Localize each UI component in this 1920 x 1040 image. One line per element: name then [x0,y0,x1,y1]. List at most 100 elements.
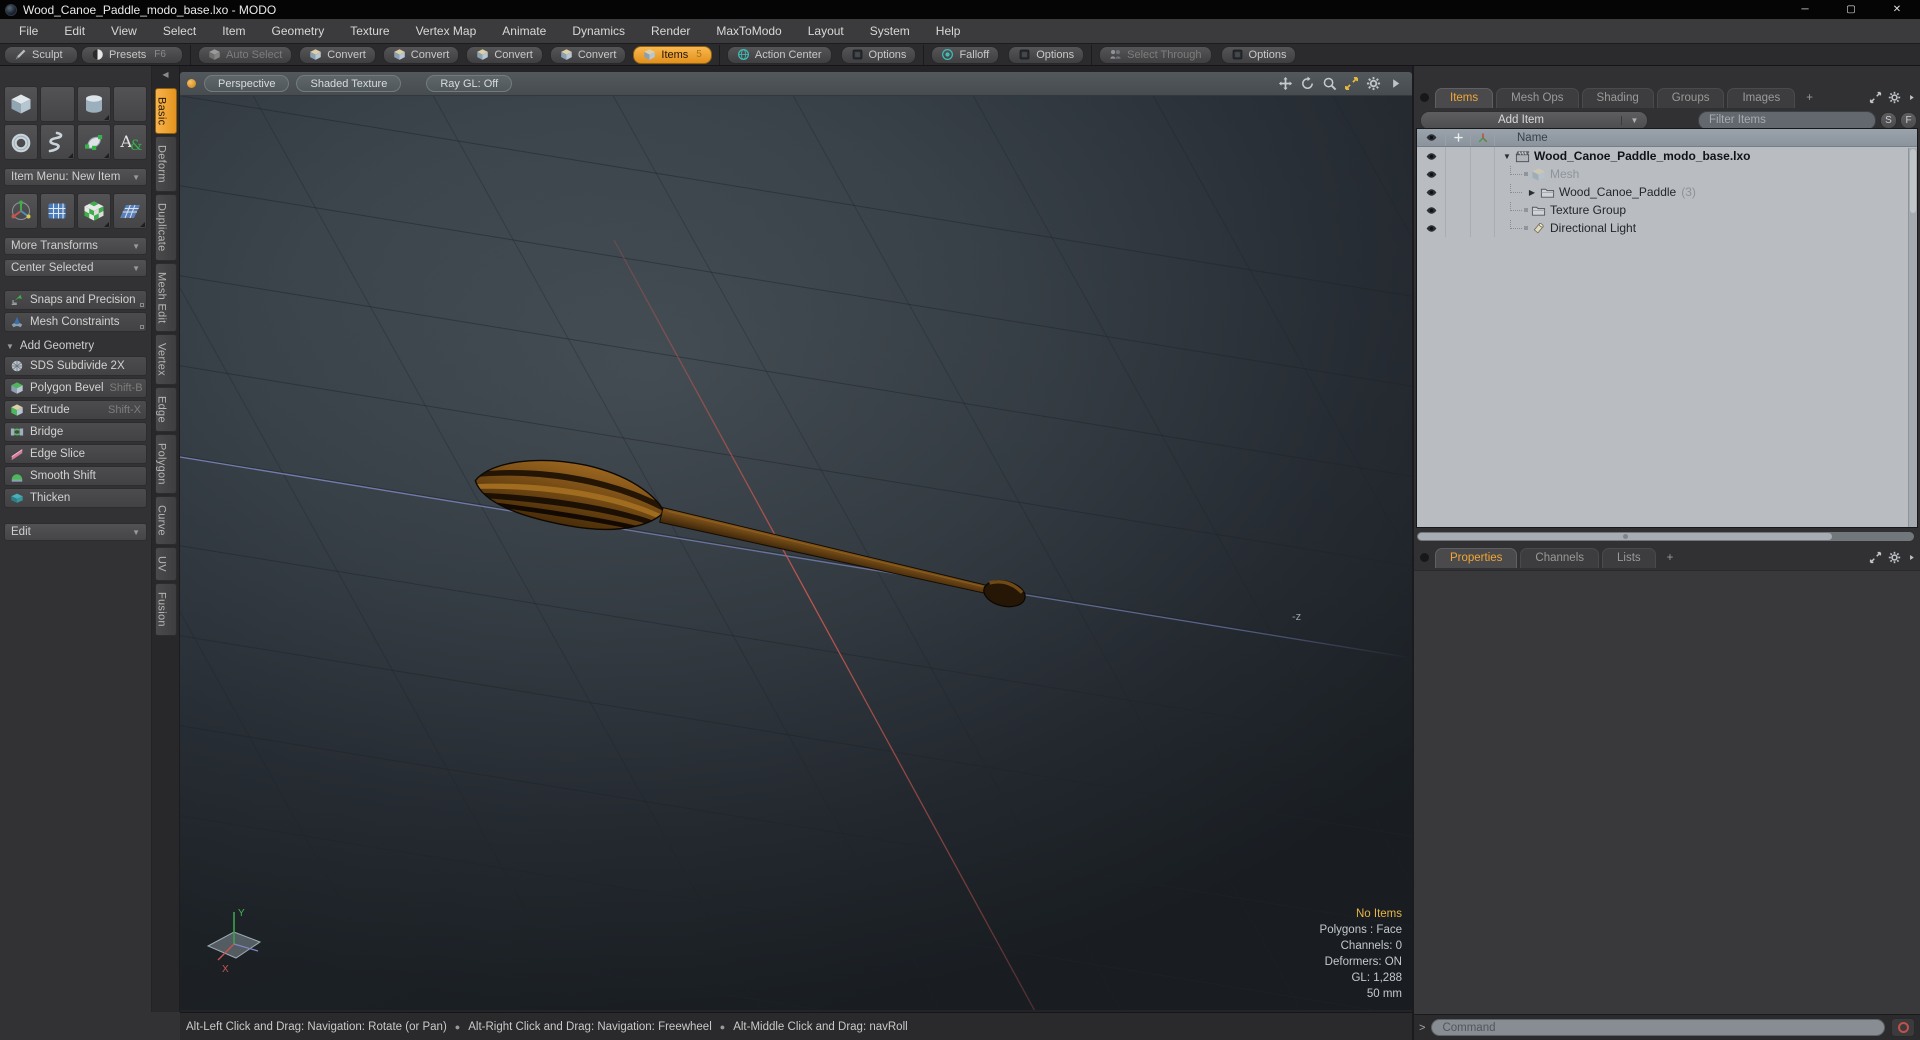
panel-menu-icon[interactable] [1420,93,1429,102]
item-menu-dropdown[interactable]: Item Menu: New Item ▼ [4,168,147,186]
gear-icon[interactable] [1888,91,1901,104]
action-center-button[interactable]: Action Center [726,45,832,64]
tree-horizontal-scrollbar[interactable] [1417,532,1914,541]
eye-icon[interactable] [1425,150,1438,163]
maximize-button[interactable]: ▢ [1828,0,1874,19]
action-center-options-button[interactable]: Options [840,45,917,64]
sub-options-handle[interactable] [140,325,144,329]
eye-icon[interactable] [1425,186,1438,199]
edge-slice-button[interactable]: Edge Slice [4,444,147,464]
convert-materials-button[interactable]: Convert [549,45,627,64]
torus-primitive-button[interactable] [4,124,39,160]
tab-images[interactable]: Images [1727,88,1796,108]
convert-vertices-button[interactable]: Convert [299,45,376,64]
tree-row-wood-canoe-paddle[interactable]: ▶ Wood_Canoe_Paddle (3) [1417,183,1917,201]
select-through-options-button[interactable]: Options [1220,45,1297,64]
tree-row-mesh[interactable]: Mesh [1417,165,1917,183]
menu-help[interactable]: Help [923,19,974,43]
eye-icon[interactable] [1425,168,1438,181]
smooth-shift-button[interactable]: Smooth Shift [4,466,147,486]
expander-open-icon[interactable]: ▼ [1502,152,1512,161]
tree-row-texture-group[interactable]: Texture Group [1417,201,1917,219]
tab-items[interactable]: Items [1435,88,1494,108]
panel-menu-icon[interactable] [1420,553,1429,562]
macro-record-button[interactable] [1891,1018,1915,1037]
convert-polygons-button[interactable]: Convert [466,45,543,64]
falloff-options-button[interactable]: Options [1008,45,1085,64]
sub-options-handle[interactable] [140,303,144,307]
filter-items-input[interactable] [1698,110,1876,130]
tree-vertical-scrollbar[interactable] [1908,148,1917,527]
tab-shading[interactable]: Shading [1581,88,1654,108]
eye-icon[interactable] [1425,204,1438,217]
menu-texture[interactable]: Texture [337,19,402,43]
sort-button[interactable]: S [1880,111,1897,129]
tab-fusion[interactable]: Fusion [154,582,177,636]
lattice-item-button[interactable] [40,193,75,229]
menu-layout[interactable]: Layout [795,19,857,43]
thicken-button[interactable]: Thicken [4,488,147,508]
menu-edit[interactable]: Edit [51,19,98,43]
expand-panel-icon[interactable] [1869,551,1882,564]
camera-view-button[interactable]: Perspective [204,75,290,92]
menu-system[interactable]: System [857,19,923,43]
items-mode-button[interactable]: Items 5 [633,45,712,64]
presets-button[interactable]: Presets F6 [81,45,183,64]
command-input[interactable] [1431,1019,1885,1036]
expand-panel-icon[interactable] [1869,91,1882,104]
transform-column-icon[interactable] [1453,132,1464,143]
menu-item[interactable]: Item [209,19,258,43]
menu-vertex-map[interactable]: Vertex Map [403,19,490,43]
add-geometry-section-header[interactable]: ▼ Add Geometry [6,340,145,352]
minimize-button[interactable]: ─ [1782,0,1828,19]
gear-icon[interactable] [1366,76,1381,91]
tab-groups[interactable]: Groups [1656,88,1725,108]
convert-edges-button[interactable]: Convert [382,45,460,64]
visibility-column-icon[interactable] [1425,131,1438,144]
menu-animate[interactable]: Animate [489,19,559,43]
menu-geometry[interactable]: Geometry [259,19,338,43]
zoom-icon[interactable] [1322,76,1337,91]
panel-collapse-icon[interactable]: ◀ [162,70,168,79]
sculpt-button[interactable]: Sculpt [4,45,78,64]
center-selected-dropdown[interactable]: Center Selected ▼ [4,259,147,277]
pan-icon[interactable] [1278,76,1293,91]
ray-gl-button[interactable]: Ray GL: Off [426,75,513,92]
eye-icon[interactable] [1425,222,1438,235]
text-tool-button[interactable] [112,124,147,160]
close-button[interactable]: ✕ [1874,0,1920,19]
select-through-button[interactable]: Select Through [1099,45,1212,64]
maximize-viewport-icon[interactable] [1344,76,1359,91]
filter-button[interactable]: F [1900,111,1917,129]
tab-edge[interactable]: Edge [154,387,177,433]
snaps-and-precision-button[interactable]: Snaps and Precision [4,290,147,310]
paddle-model[interactable] [468,441,1032,630]
auto-select-button[interactable]: Auto Select [198,45,293,64]
tab-properties[interactable]: Properties [1435,548,1518,568]
tab-deform[interactable]: Deform [154,136,177,193]
menu-maxtomodo[interactable]: MaxToModo [703,19,794,43]
expander-closed-icon[interactable]: ▶ [1527,188,1537,197]
tree-row-scene[interactable]: ▼ Wood_Canoe_Paddle_modo_base.lxo [1417,147,1917,165]
chevron-down-icon[interactable]: ▼ [1621,115,1647,125]
render-column-icon[interactable] [1477,132,1489,144]
menu-render[interactable]: Render [638,19,703,43]
falloff-button[interactable]: Falloff [931,45,1000,64]
tree-row-directional-light[interactable]: Directional Light [1417,219,1917,237]
rotate-icon[interactable] [1300,76,1315,91]
cube-primitive-button[interactable] [4,86,39,122]
tab-add-button[interactable]: + [1659,549,1682,568]
cone-primitive-button[interactable] [112,86,147,122]
bezier-patch-button[interactable] [76,124,111,160]
extrude-button[interactable]: Extrude Shift-X [4,400,147,420]
locator-item-button[interactable] [4,193,39,229]
mesh-constraints-button[interactable]: Mesh Constraints [4,312,147,332]
flyout-arrow-icon[interactable] [1907,91,1916,104]
menu-view[interactable]: View [98,19,150,43]
tab-polygon[interactable]: Polygon [154,434,177,495]
tab-uv[interactable]: UV [154,547,177,581]
checker-material-button[interactable] [76,193,111,229]
cylinder-primitive-button[interactable] [76,86,111,122]
tab-add-button[interactable]: + [1798,89,1821,108]
menu-dynamics[interactable]: Dynamics [559,19,638,43]
